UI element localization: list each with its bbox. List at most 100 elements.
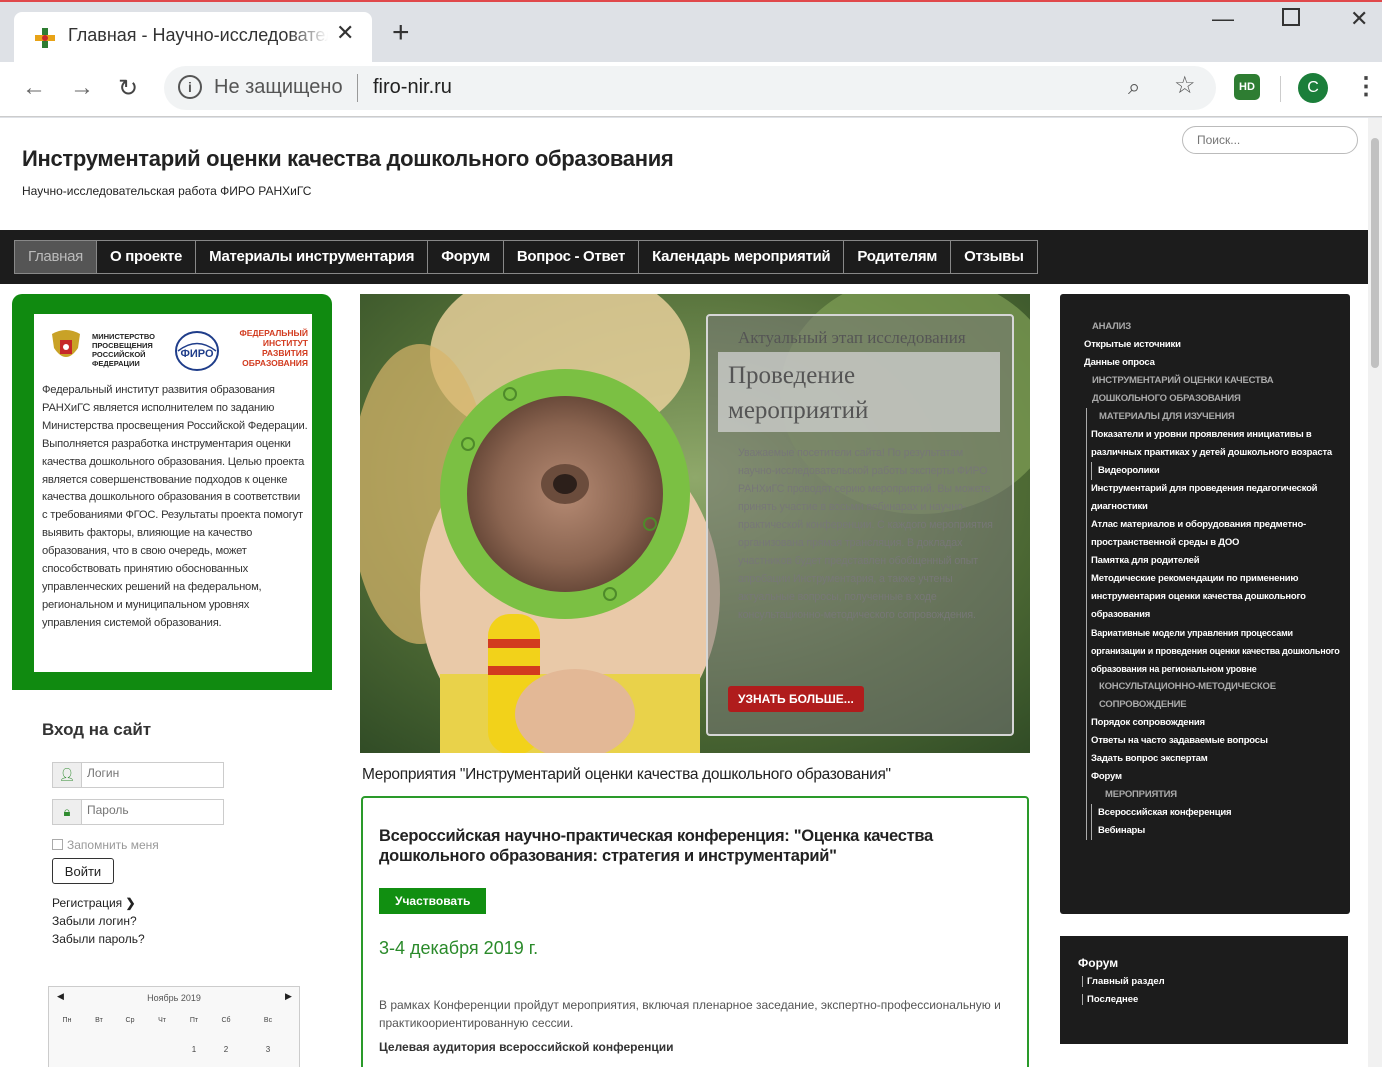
info-icon[interactable]: i xyxy=(178,75,202,99)
bookmark-star-icon[interactable]: ☆ xyxy=(1174,71,1196,100)
calendar-weekday: Пт xyxy=(189,1017,199,1024)
events-heading: Мероприятия "Инструментарий оценки качес… xyxy=(362,766,891,783)
menu-item-ask-experts[interactable]: Задать вопрос экспертам xyxy=(1091,750,1340,768)
nav-item-materials[interactable]: Материалы инструментария xyxy=(196,240,429,274)
calendar-date[interactable]: 3 xyxy=(254,1045,282,1054)
tab-close-icon[interactable]: ✕ xyxy=(336,20,354,46)
site-favicon-icon xyxy=(35,28,55,48)
learn-more-button[interactable]: УЗНАТЬ БОЛЬШЕ... xyxy=(728,686,864,712)
menu-header-events[interactable]: МЕРОПРИЯТИЯ xyxy=(1091,786,1340,804)
hero-kicker: Актуальный этап исследования xyxy=(738,328,966,347)
menu-item-procedure[interactable]: Порядок сопровождения xyxy=(1091,714,1340,732)
toolbar-separator xyxy=(1280,76,1281,102)
nav-item-reviews[interactable]: Отзывы xyxy=(951,240,1038,274)
remember-me[interactable]: Запомнить меня xyxy=(52,838,159,852)
browser-menu-icon[interactable]: ⋮ xyxy=(1354,72,1378,101)
page-scrollbar[interactable] xyxy=(1368,118,1382,1067)
menu-item-initiative-indicators[interactable]: Показатели и уровни проявления инициатив… xyxy=(1091,426,1340,462)
menu-item-models[interactable]: Вариативные модели управления процессами… xyxy=(1091,624,1340,678)
calendar-next-icon[interactable]: ▶ xyxy=(285,991,292,1002)
forgot-password-link[interactable]: Забыли пароль? xyxy=(52,932,145,946)
site-subtitle: Научно-исследовательская работа ФИРО РАН… xyxy=(22,184,312,198)
calendar-date[interactable]: 2 xyxy=(212,1045,240,1054)
profile-avatar[interactable]: C xyxy=(1298,73,1328,103)
forgot-login-link[interactable]: Забыли логин? xyxy=(52,914,137,928)
partner-logos: МИНИСТЕРСТВО ПРОСВЕЩЕНИЯ РОССИЙСКОЙ ФЕДЕ… xyxy=(46,322,308,376)
site-title[interactable]: Инструментарий оценки качества дошкольно… xyxy=(22,146,674,172)
remember-checkbox[interactable] xyxy=(52,839,63,850)
firo-logo-icon: ФИРО xyxy=(175,331,219,371)
nav-item-calendar[interactable]: Календарь мероприятий xyxy=(639,240,845,274)
menu-item-conference[interactable]: Всероссийская конференция xyxy=(1098,804,1340,822)
forum-widget: Форум Главный раздел Последнее xyxy=(1060,936,1348,1044)
nav-item-forum[interactable]: Форум xyxy=(428,240,504,274)
forward-icon[interactable]: → xyxy=(70,74,94,102)
search-input[interactable] xyxy=(1182,126,1358,154)
menu-group-toolkit: МАТЕРИАЛЫ ДЛЯ ИЗУЧЕНИЯ Показатели и уров… xyxy=(1086,408,1340,840)
event-description: В рамках Конференции пройдут мероприятия… xyxy=(379,998,1001,1030)
menu-item-diagnostics[interactable]: Инструментарий для проведения педагогиче… xyxy=(1091,480,1340,516)
login-input[interactable] xyxy=(87,766,217,780)
menu-header-materials[interactable]: МАТЕРИАЛЫ ДЛЯ ИЗУЧЕНИЯ xyxy=(1091,408,1340,426)
menu-header-toolkit[interactable]: ИНСТРУМЕНТАРИЙ ОЦЕНКИ КАЧЕСТВА ДОШКОЛЬНО… xyxy=(1084,372,1340,408)
lock-icon: 🔒︎ xyxy=(53,800,82,824)
nav-item-qa[interactable]: Вопрос - Ответ xyxy=(503,240,640,274)
window-close-icon[interactable]: ✕ xyxy=(1350,6,1368,32)
participate-button[interactable]: Участвовать xyxy=(379,888,487,914)
password-field[interactable]: 🔒︎ xyxy=(52,799,224,825)
nav-list: Главная О проекте Материалы инструментар… xyxy=(14,240,1038,274)
sidebar-menu-list: АНАЛИЗ Открытые источники Данные опроса … xyxy=(1084,318,1340,840)
scrollbar-thumb[interactable] xyxy=(1371,138,1379,368)
url-text[interactable]: firo-nir.ru xyxy=(373,76,452,99)
menu-item-webinars[interactable]: Вебинары xyxy=(1098,822,1340,840)
menu-item-videos[interactable]: Видеоролики xyxy=(1091,462,1340,480)
login-field[interactable]: 👤︎ xyxy=(52,762,224,788)
login-button[interactable]: Войти xyxy=(52,858,114,884)
forum-link-latest[interactable]: Последнее xyxy=(1082,994,1138,1005)
hero-caption-box: Актуальный этап исследования Проведение … xyxy=(706,314,1014,736)
forum-widget-title[interactable]: Форум xyxy=(1078,956,1118,970)
calendar-date[interactable]: 1 xyxy=(180,1045,208,1054)
menu-item-faq[interactable]: Ответы на часто задаваемые вопросы xyxy=(1091,732,1340,750)
calendar-weekday: Пн xyxy=(62,1017,72,1024)
maximize-icon[interactable] xyxy=(1282,8,1300,26)
browser-toolbar: ← → ↻ i Не защищено firo-nir.ru ⌕ ☆ HD C… xyxy=(0,62,1382,117)
tab-title: Главная - Научно-исследовательская работ… xyxy=(68,25,328,45)
nav-item-home[interactable]: Главная xyxy=(14,240,97,274)
menu-header-consulting[interactable]: КОНСУЛЬТАЦИОННО-МЕТОДИЧЕСКОЕ СОПРОВОЖДЕН… xyxy=(1091,678,1340,714)
calendar-month: Ноябрь 2019 xyxy=(147,993,201,1003)
calendar-prev-icon[interactable]: ◀ xyxy=(57,991,64,1002)
user-icon: 👤︎ xyxy=(53,763,82,787)
menu-header-analysis[interactable]: АНАЛИЗ xyxy=(1084,318,1340,336)
intro-text: Федеральный институт развития образовани… xyxy=(42,384,308,629)
nav-item-parents[interactable]: Родителям xyxy=(844,240,952,274)
reload-icon[interactable]: ↻ xyxy=(118,74,138,103)
calendar-weekday: Вс xyxy=(263,1017,273,1024)
register-link[interactable]: Регистрация ❯ xyxy=(52,896,136,910)
intro-panel: МИНИСТЕРСТВО ПРОСВЕЩЕНИЯ РОССИЙСКОЙ ФЕДЕ… xyxy=(12,294,332,690)
menu-item-survey-data[interactable]: Данные опроса xyxy=(1084,354,1340,372)
password-input[interactable] xyxy=(87,803,217,817)
nav-item-about[interactable]: О проекте xyxy=(97,240,197,274)
new-tab-icon[interactable]: + xyxy=(392,18,410,48)
register-label: Регистрация xyxy=(52,896,123,910)
menu-item-atlas[interactable]: Атлас материалов и оборудования предметн… xyxy=(1091,516,1340,552)
calendar-widget: Ноябрь 2019 ◀ ▶ Пн Вт Ср Чт Пт Сб Вс 1 2… xyxy=(48,986,300,1067)
browser-tab[interactable]: Главная - Научно-исследовательская работ… xyxy=(14,12,372,64)
zoom-icon[interactable]: ⌕ xyxy=(1128,74,1140,100)
forum-link-main[interactable]: Главный раздел xyxy=(1082,976,1165,987)
back-icon[interactable]: ← xyxy=(22,74,46,102)
menu-item-guidelines[interactable]: Методические рекомендации по применению … xyxy=(1091,570,1340,624)
ministry-logo-text: МИНИСТЕРСТВО ПРОСВЕЩЕНИЯ РОССИЙСКОЙ ФЕДЕ… xyxy=(92,332,155,368)
web-page: Инструментарий оценки качества дошкольно… xyxy=(0,118,1368,1067)
remember-label: Запомнить меня xyxy=(67,838,159,852)
menu-item-open-sources[interactable]: Открытые источники xyxy=(1084,336,1340,354)
menu-item-parents-memo[interactable]: Памятка для родителей xyxy=(1091,552,1340,570)
menu-item-forum[interactable]: Форум xyxy=(1091,768,1340,786)
chevron-right-icon: ❯ xyxy=(125,896,136,910)
minimize-icon[interactable]: — xyxy=(1212,6,1234,32)
address-bar[interactable]: i Не защищено firo-nir.ru ⌕ ☆ xyxy=(164,66,1216,110)
main-navigation: Главная О проекте Материалы инструментар… xyxy=(0,230,1368,284)
extension-icon[interactable]: HD xyxy=(1234,74,1260,100)
hero-slider[interactable]: Актуальный этап исследования Проведение … xyxy=(360,294,1030,753)
